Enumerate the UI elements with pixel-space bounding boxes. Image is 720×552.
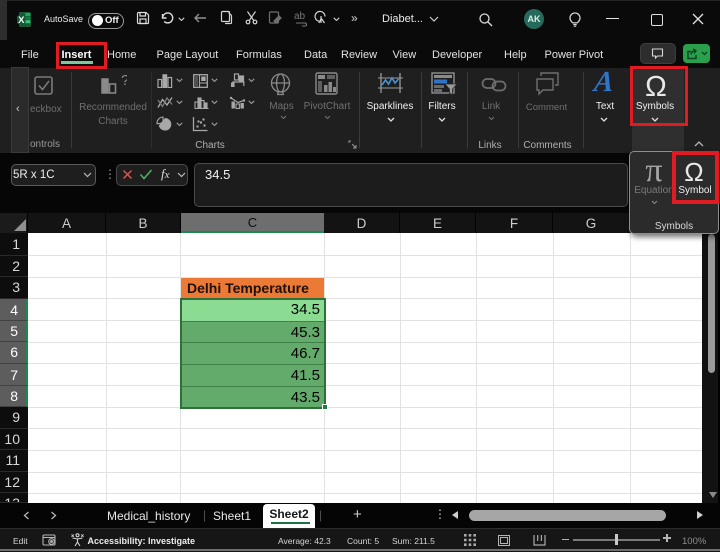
svg-text:X: X: [18, 15, 25, 26]
svg-text:?: ?: [121, 73, 127, 89]
